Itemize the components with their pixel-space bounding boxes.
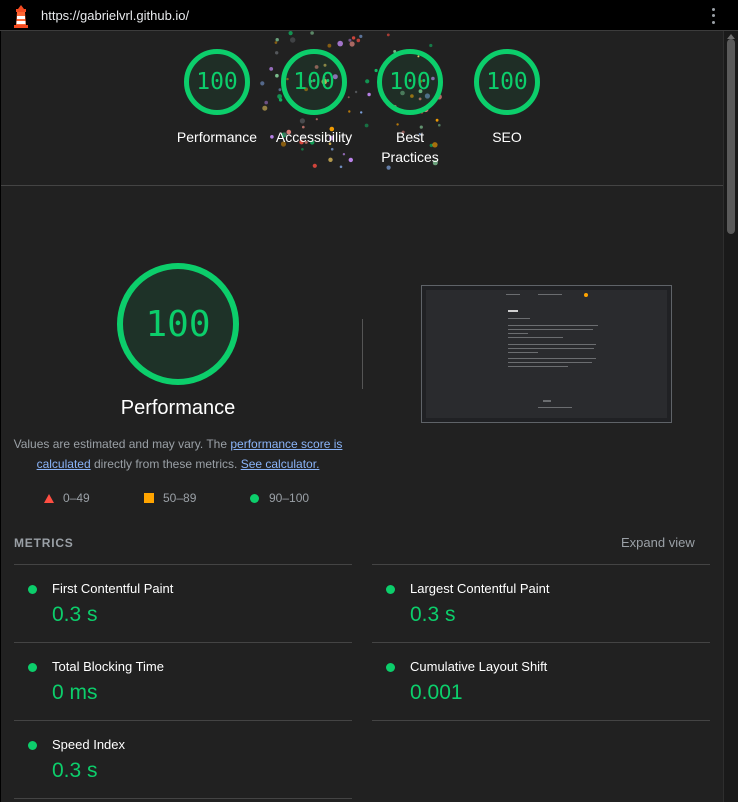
more-options-icon[interactable] xyxy=(706,6,720,26)
url-bar: https://gabrielvrl.github.io/ xyxy=(0,0,738,31)
performance-score: 100 xyxy=(145,303,211,345)
legend-range: 0–49 xyxy=(63,491,90,505)
metric-value: 0.3 s xyxy=(410,603,456,626)
average-square-icon xyxy=(144,493,154,503)
metric-name: Cumulative Layout Shift xyxy=(410,659,548,674)
metric-divider xyxy=(14,564,352,565)
gauge-label: Accessibility xyxy=(275,129,353,145)
metric-divider xyxy=(14,720,352,721)
gauge-score: 100 xyxy=(389,69,431,95)
metric-value: 0.001 xyxy=(410,681,463,704)
pass-circle-icon xyxy=(250,493,259,503)
gauge-ring: 100 xyxy=(184,49,250,115)
performance-title: Performance xyxy=(120,397,236,419)
expand-view-toggle[interactable]: Expand view xyxy=(621,535,695,550)
metric-value: 0.3 s xyxy=(52,759,98,782)
gauge-ring: 100 xyxy=(281,49,347,115)
metric-name: First Contentful Paint xyxy=(52,581,174,596)
lighthouse-report: 100 Performance 100 Accessibility 100 Be… xyxy=(1,31,723,802)
page-url: https://gabrielvrl.github.io/ xyxy=(41,8,190,23)
vertical-scrollbar[interactable] xyxy=(723,31,738,802)
legend-range: 90–100 xyxy=(269,491,310,505)
gauge-label: Performance xyxy=(176,129,258,145)
metric-value: 0.3 s xyxy=(52,603,98,626)
gauge-seo[interactable]: 100 SEO xyxy=(457,49,557,147)
metric-divider xyxy=(14,642,352,643)
pass-circle-icon xyxy=(386,663,395,672)
gauge-score: 100 xyxy=(486,69,528,95)
screenshot-thumbnail xyxy=(426,290,667,418)
gauge-label: SEO xyxy=(492,129,522,145)
description-text: directly from these metrics. xyxy=(90,457,241,471)
metric-first-contentful-paint: First Contentful Paint 0.3 s xyxy=(14,574,344,648)
lighthouse-logo-icon xyxy=(14,5,28,28)
gauge-best-practices[interactable]: 100 Best Practices xyxy=(360,49,460,167)
gauge-label: Best Practices xyxy=(381,129,439,165)
metric-divider xyxy=(372,720,710,721)
pass-circle-icon xyxy=(28,663,37,672)
legend-pass: 90–100 xyxy=(250,491,309,505)
metric-divider xyxy=(14,798,352,799)
metrics-heading: METRICS xyxy=(14,536,74,550)
see-calculator-link[interactable]: See calculator. xyxy=(241,457,320,471)
pass-circle-icon xyxy=(386,585,395,594)
pass-circle-icon xyxy=(28,741,37,750)
category-gauges: 100 Performance 100 Accessibility 100 Be… xyxy=(1,31,723,186)
metric-name: Total Blocking Time xyxy=(52,659,164,674)
legend-fail: 0–49 xyxy=(44,491,90,505)
gauge-ring: 100 xyxy=(377,49,443,115)
fail-triangle-icon xyxy=(44,493,54,503)
description-text: Values are estimated and may vary. The xyxy=(13,437,231,451)
legend-range: 50–89 xyxy=(163,491,197,505)
metric-divider xyxy=(372,564,710,565)
divider xyxy=(362,319,363,389)
performance-gauge: 100 xyxy=(117,263,239,385)
metric-cumulative-layout-shift: Cumulative Layout Shift 0.001 xyxy=(372,652,702,726)
scroll-thumb[interactable] xyxy=(727,39,735,234)
gauge-ring: 100 xyxy=(474,49,540,115)
gauge-score: 100 xyxy=(196,69,238,95)
legend-average: 50–89 xyxy=(144,491,196,505)
gauge-accessibility[interactable]: 100 Accessibility xyxy=(264,49,364,147)
metric-largest-contentful-paint: Largest Contentful Paint 0.3 s xyxy=(372,574,702,648)
pass-circle-icon xyxy=(28,585,37,594)
metric-total-blocking-time: Total Blocking Time 0 ms xyxy=(14,652,344,726)
metric-value: 0 ms xyxy=(52,681,98,704)
metric-speed-index: Speed Index 0.3 s xyxy=(14,730,344,802)
metric-divider xyxy=(372,642,710,643)
gauge-score: 100 xyxy=(293,69,335,95)
final-screenshot[interactable] xyxy=(421,285,672,423)
metric-name: Largest Contentful Paint xyxy=(410,581,550,596)
metric-name: Speed Index xyxy=(52,737,126,752)
gauge-performance[interactable]: 100 Performance xyxy=(167,49,267,147)
performance-description: Values are estimated and may vary. The p… xyxy=(13,434,343,474)
